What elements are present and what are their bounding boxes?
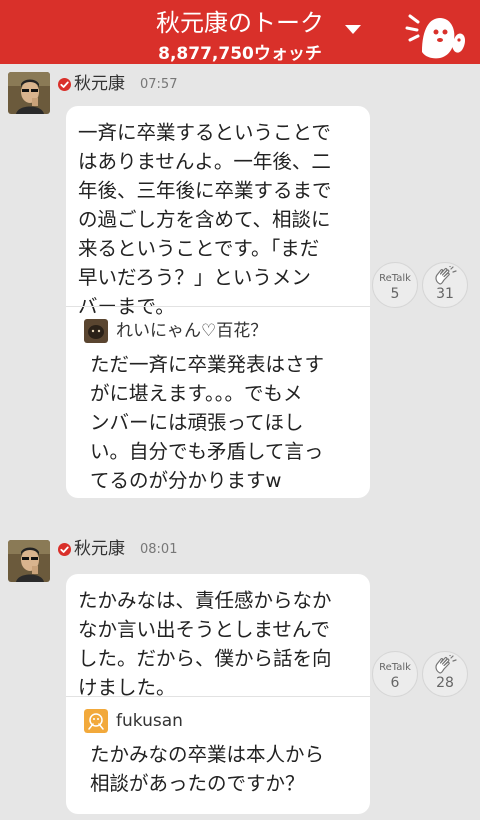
avatar-photo bbox=[8, 540, 50, 582]
avatar-photo bbox=[8, 72, 50, 114]
clap-icon bbox=[435, 266, 457, 285]
quoted-message-text: たかみなの卒業は本人から 相談があったのですか？ bbox=[90, 743, 325, 795]
quoter-name[interactable]: fukusan bbox=[116, 710, 183, 732]
quoter-avatar[interactable] bbox=[84, 709, 108, 733]
author-name[interactable]: 秋元康 bbox=[74, 74, 125, 94]
verified-icon bbox=[58, 78, 71, 91]
verified-icon bbox=[58, 543, 71, 556]
clap-count: 28 bbox=[436, 675, 454, 691]
author-name[interactable]: 秋元康 bbox=[74, 539, 125, 559]
retalk-count: 5 bbox=[390, 286, 400, 302]
retalk-label: ReTalk bbox=[379, 273, 411, 284]
quoter-avatar-photo bbox=[84, 319, 108, 343]
retalk-button[interactable]: ReTalk 5 bbox=[372, 262, 418, 308]
clap-button[interactable]: 28 bbox=[422, 651, 468, 697]
avatar[interactable] bbox=[8, 540, 50, 582]
message-text: 一斉に卒業するということで はありませんよ。一年後、二 年後、三年後に卒業するま… bbox=[78, 121, 332, 318]
chevron-down-icon[interactable] bbox=[343, 22, 363, 36]
clap-button[interactable]: 31 bbox=[422, 262, 468, 308]
post-time: 08:01 bbox=[140, 542, 178, 557]
header-bar: 秋元康のトーク 8,877,750ウォッチ bbox=[0, 0, 480, 64]
retalk-count: 6 bbox=[390, 675, 400, 691]
message-bubble[interactable]: 一斉に卒業するということで はありませんよ。一年後、二 年後、三年後に卒業するま… bbox=[66, 106, 370, 498]
quoter-name[interactable]: れいにゃん♡百花？ bbox=[116, 320, 267, 342]
clap-count: 31 bbox=[436, 286, 454, 302]
quote-divider bbox=[66, 696, 370, 697]
quoter-avatar-photo bbox=[84, 709, 108, 733]
quoter-avatar[interactable] bbox=[84, 319, 108, 343]
retalk-label: ReTalk bbox=[379, 662, 411, 673]
quote-divider bbox=[66, 306, 370, 307]
avatar[interactable] bbox=[8, 72, 50, 114]
retalk-button[interactable]: ReTalk 6 bbox=[372, 651, 418, 697]
message-text: たかみなは、責任感からなか なか言い出そうとしませんで した。だから、僕から話を… bbox=[78, 589, 332, 699]
clap-icon bbox=[435, 655, 457, 674]
mascot-icon[interactable] bbox=[404, 6, 470, 62]
message-bubble[interactable]: たかみなは、責任感からなか なか言い出そうとしませんで した。だから、僕から話を… bbox=[66, 574, 370, 814]
quoted-message-text: ただ一斉に卒業発表はさす がに堪えます。。。でもメ ンバーには頑張ってほし い。… bbox=[90, 353, 325, 492]
post-time: 07:57 bbox=[140, 77, 178, 92]
